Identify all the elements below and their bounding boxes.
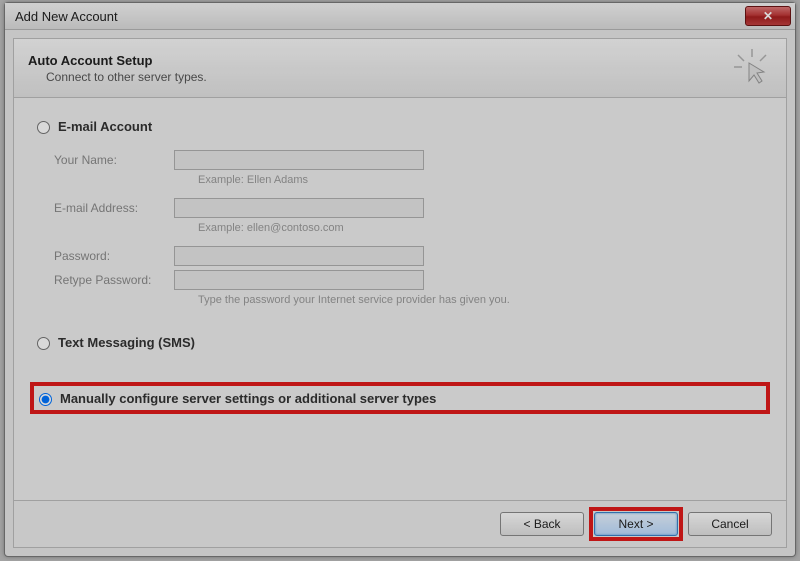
retype-password-label: Retype Password: [54,273,174,287]
titlebar: Add New Account ✕ [5,3,795,30]
cancel-button[interactable]: Cancel [688,512,772,536]
password-input[interactable] [174,246,424,266]
email-label: E-mail Address: [54,201,174,215]
option-email-label: E-mail Account [58,119,152,134]
option-sms-label: Text Messaging (SMS) [58,335,195,350]
banner-title: Auto Account Setup [28,53,732,68]
option-manual-configure[interactable]: Manually configure server settings or ad… [32,384,768,412]
radio-email-account[interactable] [37,121,50,134]
password-note: Type the password your Internet service … [198,294,768,306]
dialog-title: Add New Account [15,9,118,24]
close-button[interactable]: ✕ [745,6,791,26]
option-text-messaging[interactable]: Text Messaging (SMS) [32,334,768,350]
close-icon: ✕ [763,10,773,22]
radio-manual-configure[interactable] [39,393,52,406]
your-name-example: Example: Ellen Adams [198,174,768,186]
cursor-sparkle-icon [732,47,772,90]
your-name-label: Your Name: [54,153,174,167]
email-input[interactable] [174,198,424,218]
email-example: Example: ellen@contoso.com [198,222,768,234]
option-manual-label: Manually configure server settings or ad… [60,391,436,406]
back-button[interactable]: < Back [500,512,584,536]
banner-subtitle: Connect to other server types. [46,70,732,84]
email-fields-group: Your Name: Example: Ellen Adams E-mail A… [54,150,768,306]
option-email-account[interactable]: E-mail Account [32,118,768,134]
password-label: Password: [54,249,174,263]
wizard-content: E-mail Account Your Name: Example: Ellen… [13,98,787,501]
your-name-input[interactable] [174,150,424,170]
radio-text-messaging[interactable] [37,337,50,350]
add-account-dialog: Add New Account ✕ Auto Account Setup Con… [4,2,796,557]
wizard-footer: < Back Next > Cancel [13,501,787,548]
next-button[interactable]: Next > [594,512,678,536]
retype-password-input[interactable] [174,270,424,290]
next-button-highlight: Next > [591,509,681,539]
wizard-banner: Auto Account Setup Connect to other serv… [13,38,787,98]
